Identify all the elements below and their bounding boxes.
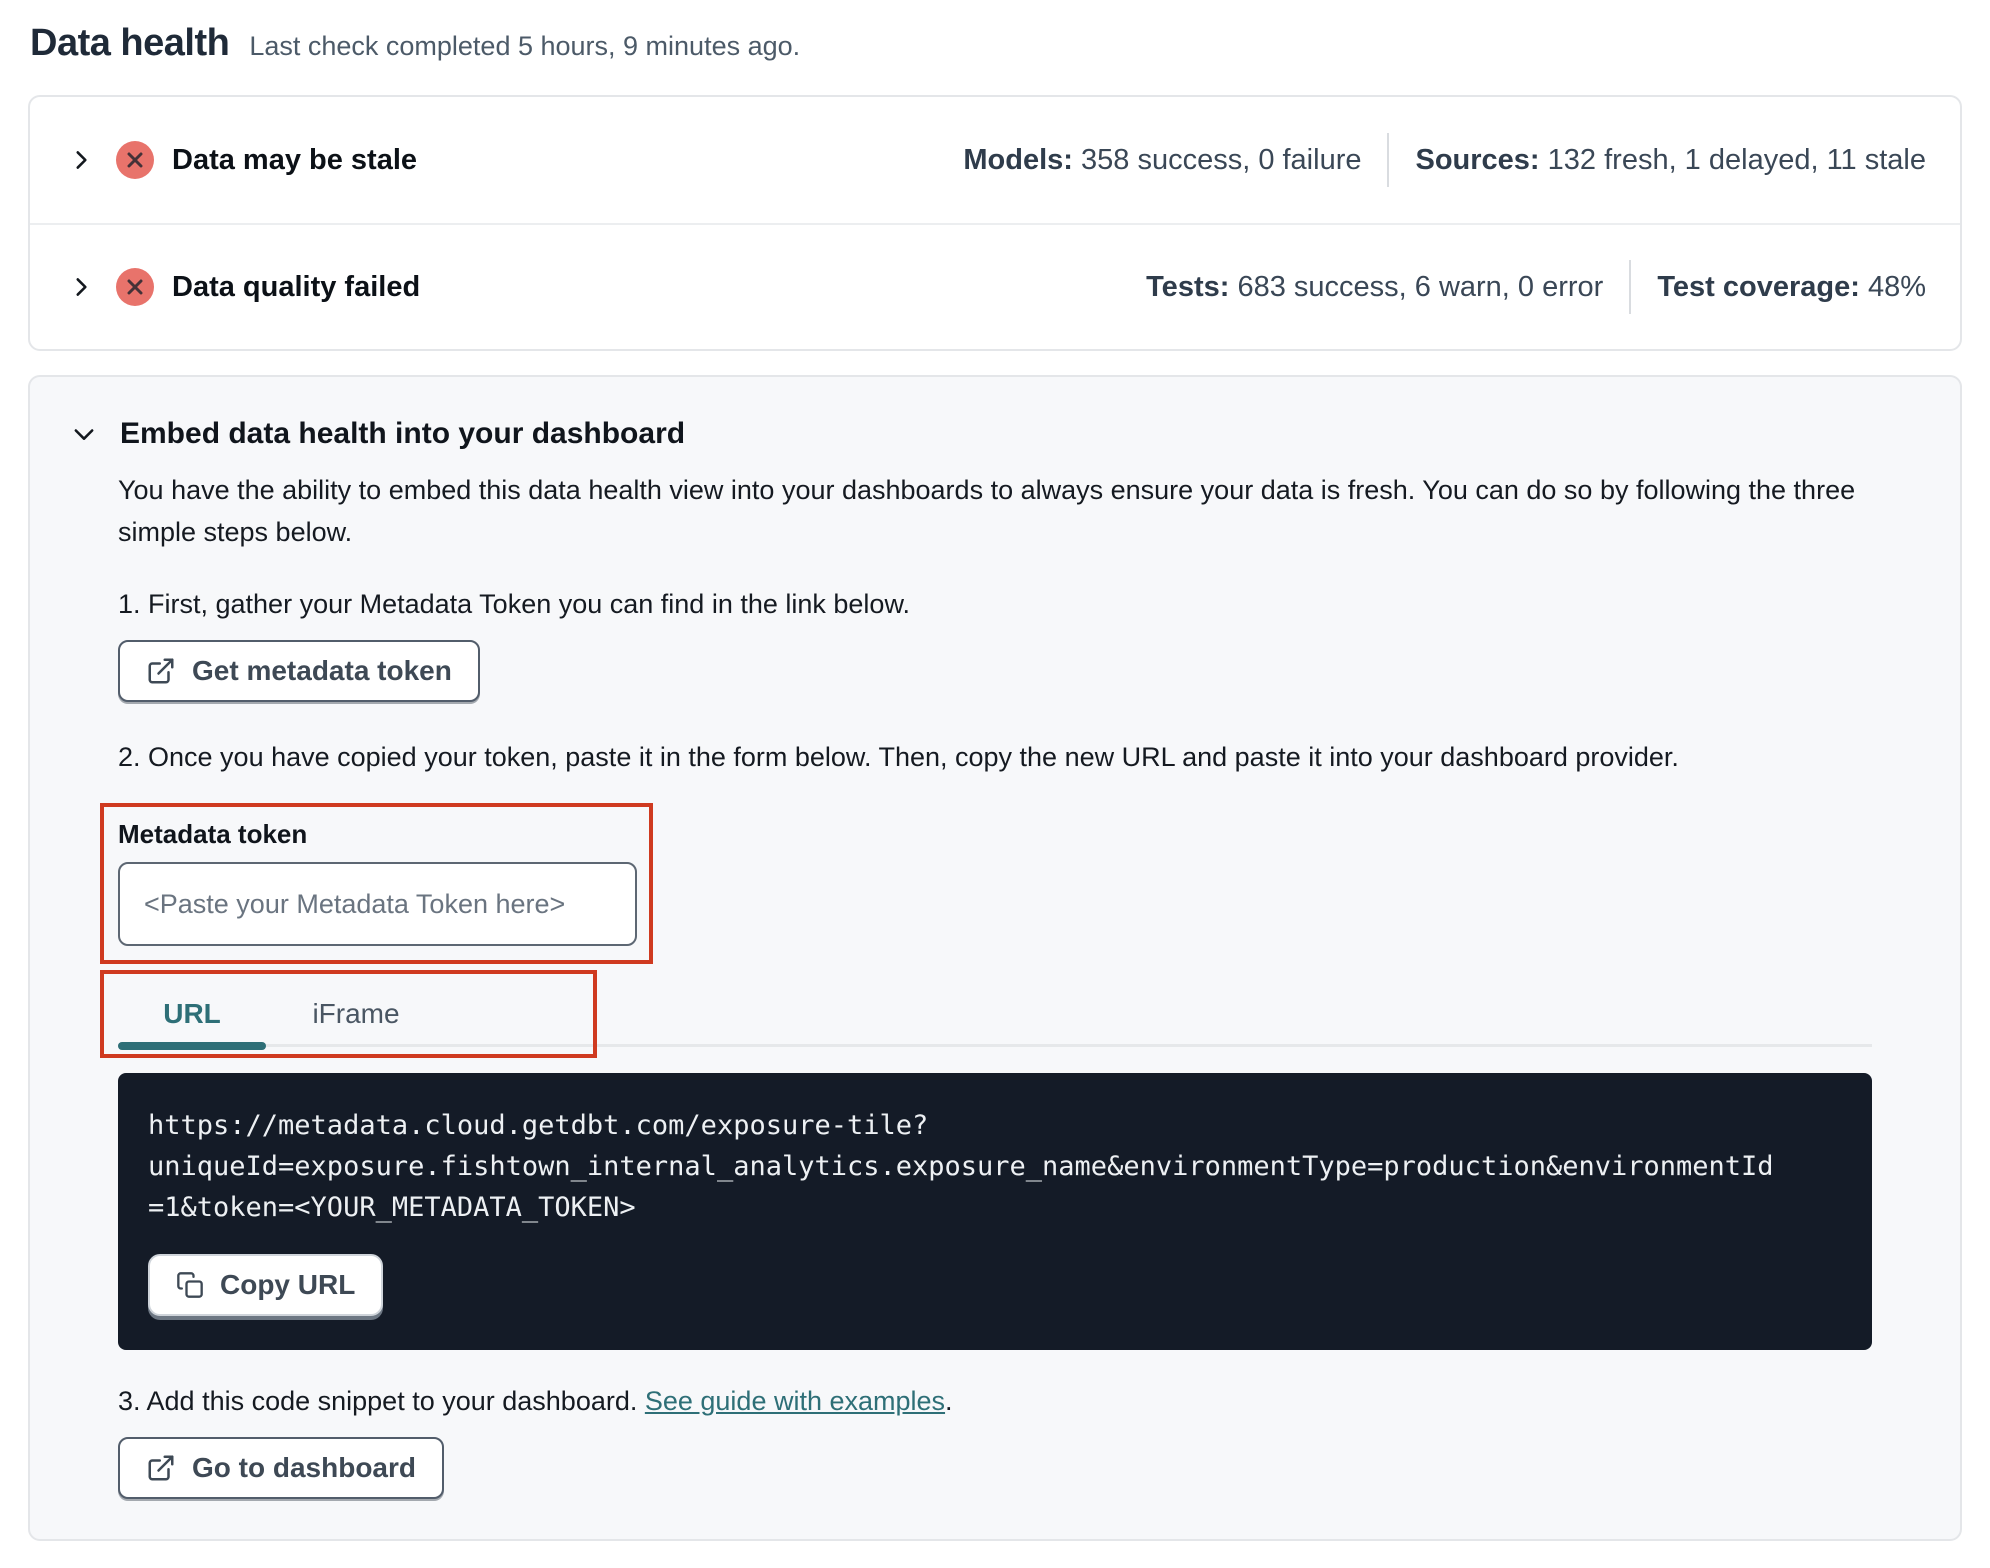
see-guide-link[interactable]: See guide with examples: [645, 1386, 945, 1416]
status-row-title: Data may be stale: [172, 143, 418, 176]
step2-text: 2. Once you have copied your token, past…: [118, 742, 1679, 772]
test-coverage-metric: Test coverage: 48%: [1657, 271, 1926, 304]
step3-prefix: 3. Add this code snippet to your dashboa…: [118, 1386, 645, 1416]
button-label: Copy URL: [220, 1269, 356, 1300]
chevron-down-icon: [70, 420, 98, 448]
metric-value: 358 success, 0 failure: [1081, 143, 1362, 176]
chevron-right-icon: [68, 147, 94, 173]
embed-url-text: https://metadata.cloud.getdbt.com/exposu…: [148, 1110, 1774, 1223]
metric-divider: [1629, 260, 1632, 314]
step1-text: 1. First, gather your Metadata Token you…: [118, 589, 910, 619]
page-header: Data health Last check completed 5 hours…: [28, 22, 1962, 65]
status-row-quality[interactable]: Data quality failed Tests: 683 success, …: [30, 223, 1960, 349]
status-metrics: Models: 358 success, 0 failure Sources: …: [963, 133, 1926, 187]
copy-icon: [176, 1271, 204, 1299]
external-link-icon: [146, 656, 176, 686]
embed-url-code-block: https://metadata.cloud.getdbt.com/exposu…: [118, 1073, 1872, 1350]
status-metrics: Tests: 683 success, 6 warn, 0 error Test…: [1146, 260, 1926, 314]
embed-section-card: Embed data health into your dashboard Yo…: [28, 375, 1962, 1541]
external-link-icon: [146, 1453, 176, 1483]
x-circle-icon: [116, 141, 154, 179]
metric-value: 683 success, 6 warn, 0 error: [1237, 270, 1604, 303]
page-title: Data health: [30, 22, 230, 64]
last-check-status: Last check completed 5 hours, 9 minutes …: [249, 31, 801, 61]
go-to-dashboard-button[interactable]: Go to dashboard: [118, 1437, 444, 1499]
token-field-label: Metadata token: [118, 819, 308, 849]
metric-label: Sources:: [1415, 143, 1540, 176]
sources-metric: Sources: 132 fresh, 1 delayed, 11 stale: [1415, 144, 1926, 177]
metric-divider: [1387, 133, 1390, 187]
step3-suffix: .: [945, 1386, 953, 1416]
metric-label: Test coverage:: [1657, 270, 1860, 303]
x-circle-icon: [116, 268, 154, 306]
embed-description: You have the ability to embed this data …: [118, 475, 1856, 547]
tests-metric: Tests: 683 success, 6 warn, 0 error: [1146, 271, 1603, 304]
metric-label: Models:: [963, 143, 1073, 176]
status-row-stale[interactable]: Data may be stale Models: 358 success, 0…: [30, 97, 1960, 223]
output-tabs-group: URL iFrame: [100, 970, 1872, 1058]
token-field-group: Metadata token: [100, 803, 653, 964]
button-label: Go to dashboard: [192, 1452, 416, 1483]
models-metric: Models: 358 success, 0 failure: [963, 144, 1361, 177]
status-card: Data may be stale Models: 358 success, 0…: [28, 95, 1962, 351]
expand-row-button[interactable]: [64, 143, 98, 177]
embed-section-title: Embed data health into your dashboard: [120, 417, 686, 450]
copy-url-button[interactable]: Copy URL: [148, 1254, 384, 1316]
embed-section-header[interactable]: Embed data health into your dashboard: [70, 417, 1872, 451]
metric-value: 48%: [1867, 270, 1926, 303]
button-label: Get metadata token: [192, 655, 452, 686]
status-row-title: Data quality failed: [172, 270, 421, 303]
chevron-right-icon: [68, 274, 94, 300]
metric-value: 132 fresh, 1 delayed, 11 stale: [1547, 143, 1926, 176]
tab-strip: URL iFrame: [118, 984, 1872, 1050]
metric-label: Tests:: [1146, 270, 1230, 303]
tab-url[interactable]: URL: [118, 984, 266, 1050]
data-health-page: { "page": { "title": "Data health", "sub…: [0, 0, 1990, 1568]
metadata-token-input[interactable]: [118, 862, 637, 946]
get-metadata-token-button[interactable]: Get metadata token: [118, 640, 480, 702]
tab-iframe[interactable]: iFrame: [266, 984, 446, 1044]
expand-row-button[interactable]: [64, 270, 98, 304]
step3-text: 3. Add this code snippet to your dashboa…: [118, 1386, 1872, 1417]
